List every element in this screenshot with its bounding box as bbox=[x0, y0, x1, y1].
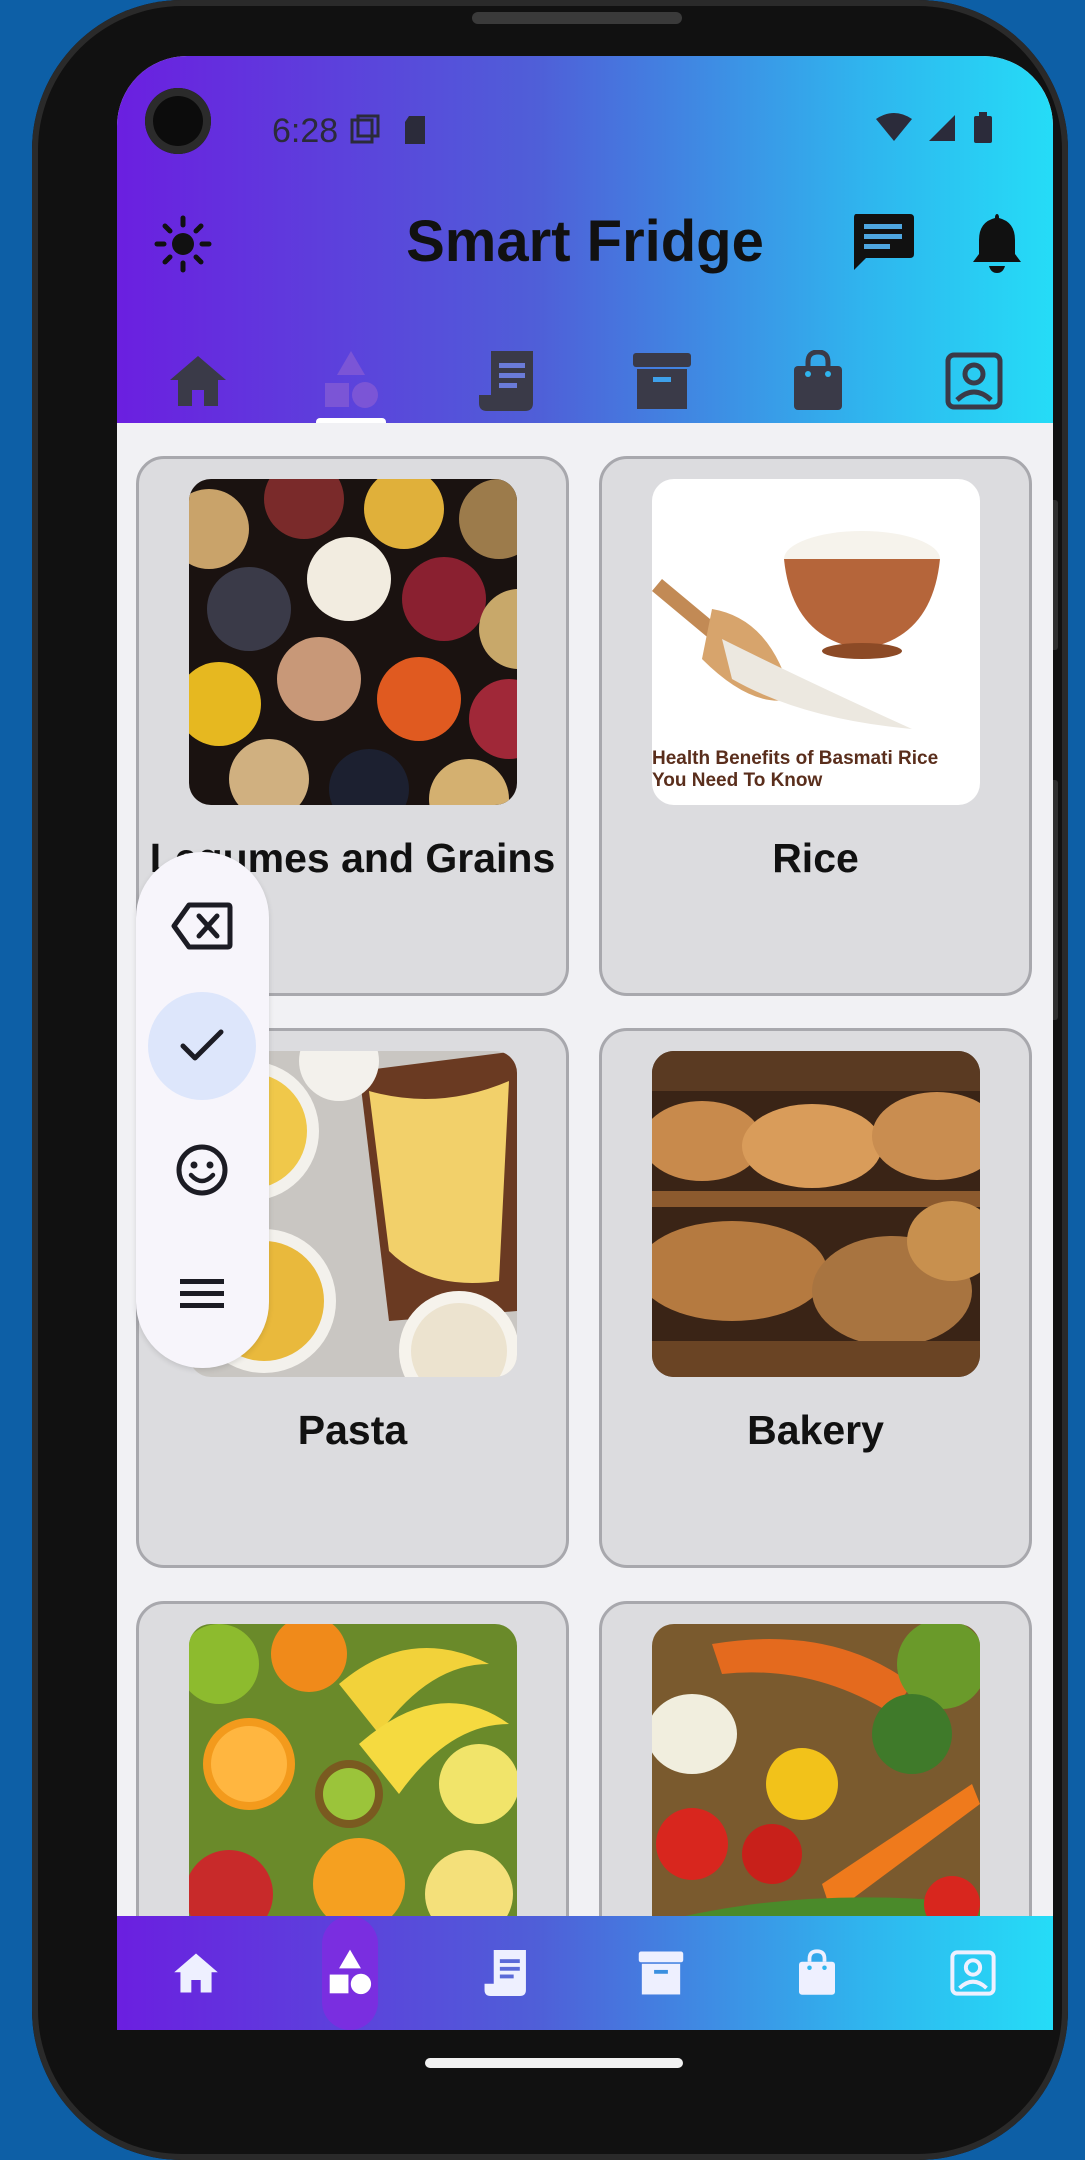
rice-image: Health Benefits of Basmati Rice You Need… bbox=[652, 479, 980, 805]
tab-shopping[interactable] bbox=[783, 346, 853, 416]
rail-emoji-button[interactable] bbox=[148, 1116, 256, 1224]
check-icon bbox=[180, 1029, 224, 1061]
category-card-vegetables[interactable] bbox=[599, 1601, 1032, 1953]
gesture-home-bar[interactable] bbox=[425, 2058, 683, 2068]
bell-icon bbox=[973, 214, 1021, 273]
top-tab-bar bbox=[117, 346, 1053, 423]
archive-icon bbox=[633, 353, 691, 409]
shopping-bag-icon bbox=[794, 350, 842, 410]
emoji-icon bbox=[176, 1144, 228, 1196]
tab-recipes[interactable] bbox=[472, 346, 542, 416]
bottom-nav-home[interactable] bbox=[156, 1916, 236, 2030]
screenshot-icon bbox=[350, 114, 380, 144]
tab-home[interactable] bbox=[163, 346, 233, 416]
archive-icon bbox=[638, 1951, 684, 1995]
sd-card-icon bbox=[405, 116, 425, 144]
status-system-icons bbox=[875, 112, 993, 144]
screen: 6:28 Smart Fridge Legumes and Grains Hea… bbox=[117, 56, 1053, 2030]
bottom-navigation bbox=[117, 1916, 1053, 2030]
home-icon bbox=[170, 356, 226, 406]
messages-button[interactable] bbox=[850, 212, 916, 272]
home-icon bbox=[174, 1953, 218, 1993]
legumes-image bbox=[189, 479, 517, 805]
receipt-icon bbox=[484, 1950, 526, 1996]
phone-frame: 6:28 Smart Fridge Legumes and Grains Hea… bbox=[32, 0, 1068, 2160]
menu-icon bbox=[180, 1279, 224, 1308]
status-time: 6:28 bbox=[272, 112, 339, 150]
rail-menu-button[interactable] bbox=[148, 1240, 256, 1348]
tab-inventory[interactable] bbox=[627, 346, 697, 416]
notifications-button[interactable] bbox=[969, 210, 1025, 274]
account-box-icon bbox=[945, 352, 1003, 410]
category-label: Pasta bbox=[297, 1407, 408, 1453]
bottom-nav-shopping[interactable] bbox=[777, 1916, 857, 2030]
bakery-image bbox=[652, 1051, 980, 1377]
account-box-icon bbox=[950, 1950, 996, 1996]
speaker-grill bbox=[472, 12, 682, 24]
chat-icon bbox=[854, 214, 914, 270]
battery-icon bbox=[974, 112, 992, 143]
vegetables-image bbox=[652, 1624, 980, 1950]
fruits-image bbox=[189, 1624, 517, 1950]
tab-profile[interactable] bbox=[939, 346, 1009, 416]
status-notification-icons bbox=[349, 114, 429, 146]
category-card-rice[interactable]: Health Benefits of Basmati Rice You Need… bbox=[599, 456, 1032, 996]
svg-text:You Need To Know: You Need To Know bbox=[652, 770, 823, 791]
bottom-nav-inventory[interactable] bbox=[621, 1916, 701, 2030]
tab-categories[interactable] bbox=[316, 346, 386, 416]
signal-icon bbox=[929, 115, 955, 141]
bottom-nav-profile[interactable] bbox=[933, 1916, 1013, 2030]
shopping-bag-icon bbox=[799, 1949, 835, 1995]
shapes-icon bbox=[329, 1949, 372, 1995]
receipt-icon bbox=[479, 351, 533, 411]
category-label: Rice bbox=[772, 835, 859, 881]
wifi-icon bbox=[876, 113, 912, 141]
shapes-icon bbox=[325, 351, 378, 408]
quick-action-rail bbox=[136, 852, 269, 1368]
rail-check-button[interactable] bbox=[148, 992, 256, 1100]
bottom-nav-categories[interactable] bbox=[310, 1916, 390, 2030]
header: 6:28 Smart Fridge bbox=[117, 56, 1053, 424]
category-card-bakery[interactable]: Bakery bbox=[599, 1028, 1032, 1568]
rice-image-caption: Health Benefits of Basmati Rice bbox=[652, 748, 938, 769]
rail-backspace-button[interactable] bbox=[148, 872, 256, 980]
backspace-icon bbox=[171, 902, 233, 950]
category-card-fruits[interactable] bbox=[136, 1601, 569, 1953]
bottom-nav-recipes[interactable] bbox=[466, 1916, 546, 2030]
front-camera bbox=[145, 88, 211, 154]
category-label: Bakery bbox=[747, 1407, 884, 1453]
